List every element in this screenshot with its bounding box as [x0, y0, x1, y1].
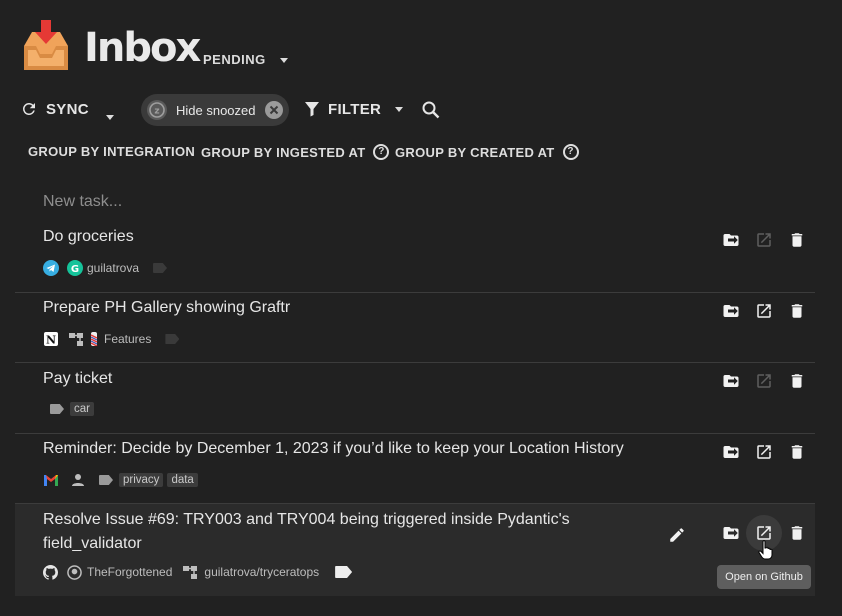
hide-snoozed-chip[interactable]: z Hide snoozed: [141, 94, 289, 126]
group-label: GROUP BY CREATED AT: [395, 144, 555, 160]
tag-icon: [153, 263, 168, 273]
task-title-line: field_validator: [43, 535, 142, 552]
task-actions: [707, 302, 806, 320]
open-external-icon[interactable]: [755, 302, 773, 320]
tag-icon: [165, 334, 180, 344]
task-title[interactable]: Reminder: Decide by December 1, 2023 if …: [43, 437, 624, 461]
task-title[interactable]: Pay ticket: [43, 367, 112, 391]
task-meta: car: [50, 401, 98, 417]
tag: privacy: [119, 473, 164, 487]
row-divider: [15, 433, 815, 434]
task-meta: TheForgottened guilatrova/tryceratops: [43, 564, 358, 580]
chevron-down-icon: [106, 115, 114, 120]
task-meta: G guilatrova: [43, 260, 173, 276]
status-filter-dropdown[interactable]: PENDING: [203, 52, 288, 67]
github-user-icon: [67, 564, 82, 580]
github-icon: [43, 564, 58, 580]
grammarly-icon: G: [67, 260, 83, 276]
sync-options-button[interactable]: [106, 107, 114, 125]
row-divider: [15, 292, 815, 293]
task-meta: N Features: [43, 331, 185, 347]
move-to-project-icon[interactable]: [722, 524, 740, 542]
move-to-project-icon[interactable]: [722, 231, 740, 249]
task-actions: [707, 443, 806, 461]
repository-name: guilatrova/tryceratops: [204, 565, 320, 579]
delete-icon[interactable]: [788, 524, 806, 542]
project-name: Features: [104, 332, 152, 346]
row-divider: [15, 362, 815, 363]
hand-cursor-icon: [758, 540, 773, 560]
group-label: GROUP BY INTEGRATION: [28, 144, 196, 159]
group-by-created-button[interactable]: GROUP BY CREATED AT ?: [395, 144, 579, 160]
close-icon[interactable]: [264, 101, 283, 119]
move-to-project-icon[interactable]: [722, 302, 740, 320]
task-actions: [707, 231, 806, 249]
task-title[interactable]: Resolve Issue #69: TRY003 and TRY004 bei…: [43, 508, 570, 556]
refresh-icon: [22, 102, 35, 115]
task-title[interactable]: Do groceries: [43, 225, 134, 249]
tag-icon: [99, 475, 113, 485]
gmail-icon: [44, 475, 58, 486]
group-by-integration-button[interactable]: GROUP BY INTEGRATION: [28, 144, 195, 159]
svg-text:N: N: [46, 334, 56, 347]
task-title[interactable]: Prepare PH Gallery showing Graftr: [43, 296, 290, 320]
hierarchy-icon: [69, 333, 83, 346]
svg-text:G: G: [71, 264, 79, 275]
task-title-line: Resolve Issue #69: TRY003 and TRY004 bei…: [43, 511, 570, 528]
help-icon: ?: [373, 144, 390, 160]
snooze-icon: z: [147, 100, 167, 120]
issue-author: TheForgottened: [87, 565, 173, 579]
delete-icon[interactable]: [788, 372, 806, 390]
chip-label: Hide snoozed: [176, 102, 256, 118]
tag-icon: [50, 404, 64, 414]
help-icon: ?: [562, 144, 579, 160]
group-by-ingested-button[interactable]: GROUP BY INGESTED AT ?: [201, 144, 390, 160]
task-author: guilatrova: [87, 261, 140, 275]
open-external-icon[interactable]: [755, 372, 773, 390]
delete-icon[interactable]: [788, 231, 806, 249]
tooltip: Open on Github: [717, 565, 811, 589]
hierarchy-icon: [183, 566, 198, 579]
filter-label: FILTER: [328, 100, 382, 118]
move-to-project-icon[interactable]: [722, 372, 740, 390]
move-to-project-icon[interactable]: [722, 443, 740, 461]
filter-icon: [305, 102, 319, 117]
chevron-down-icon: [279, 58, 288, 64]
search-icon[interactable]: [421, 100, 441, 120]
tag: car: [70, 402, 94, 416]
task-actions: [707, 524, 806, 542]
person-icon: [72, 474, 84, 486]
filter-button[interactable]: FILTER: [304, 100, 404, 118]
barber-pole-icon: [90, 332, 98, 346]
task-actions: [707, 372, 806, 390]
sync-label: SYNC: [46, 100, 89, 118]
notion-icon: N: [44, 332, 58, 347]
tag: data: [167, 473, 198, 487]
chevron-down-icon: [395, 106, 404, 112]
telegram-icon: [43, 260, 59, 276]
task-meta: privacy data: [43, 472, 202, 488]
page-title: Inbox: [84, 25, 201, 71]
new-task-input[interactable]: New task...: [43, 193, 122, 211]
tag-icon: [335, 566, 353, 578]
inbox-logo-icon: [24, 20, 68, 70]
sync-button[interactable]: SYNC: [20, 100, 89, 118]
open-external-icon[interactable]: [755, 443, 773, 461]
delete-icon[interactable]: [788, 443, 806, 461]
group-label: GROUP BY INGESTED AT: [201, 144, 366, 160]
svg-text:z: z: [154, 107, 159, 117]
delete-icon[interactable]: [788, 302, 806, 320]
status-filter-label: PENDING: [203, 52, 266, 67]
open-external-icon[interactable]: [755, 231, 773, 249]
edit-icon[interactable]: [668, 526, 686, 544]
